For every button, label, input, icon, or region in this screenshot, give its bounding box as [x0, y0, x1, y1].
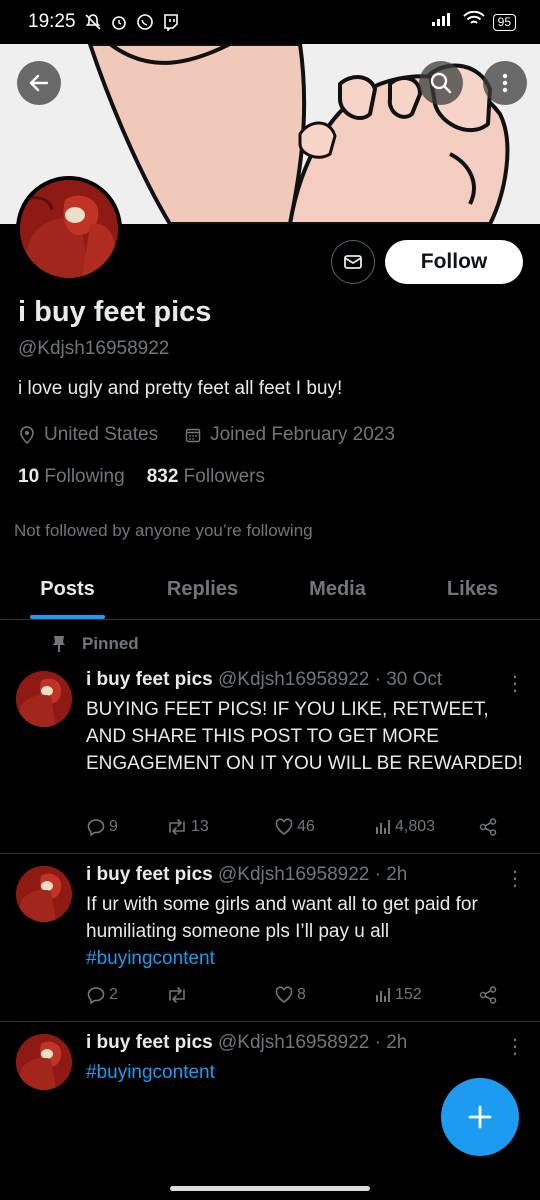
post-avatar[interactable]: [16, 1034, 72, 1090]
follow-button[interactable]: Follow: [385, 240, 523, 284]
alarm-icon: [110, 13, 128, 31]
profile-avatar[interactable]: [16, 176, 122, 282]
post-text: If ur with some girls and want all to ge…: [86, 891, 526, 972]
reply-button[interactable]: 2: [86, 985, 166, 1005]
tab-replies[interactable]: Replies: [135, 560, 270, 619]
plus-icon: [468, 1105, 492, 1129]
post-header: i buy feet pics @Kdjsh16958922 · 30 Oct: [86, 669, 442, 691]
wifi-icon: [462, 10, 485, 33]
post-header: i buy feet pics @Kdjsh16958922 · 2h: [86, 1032, 407, 1054]
heart-icon: [275, 986, 293, 1003]
post-item[interactable]: i buy feet pics @Kdjsh16958922 · 30 Oct …: [0, 621, 540, 854]
message-button[interactable]: [331, 240, 375, 284]
share-button[interactable]: [478, 817, 498, 837]
mute-icon: [84, 13, 102, 31]
battery-indicator: 95: [492, 13, 516, 31]
post-meta: @Kdjsh16958922 · 2h: [217, 1032, 408, 1053]
post-meta: @Kdjsh16958922 · 2h: [217, 864, 408, 885]
post-author[interactable]: i buy feet pics: [86, 669, 213, 690]
status-bar: 19:25 95: [0, 0, 540, 44]
repost-count: 13: [191, 818, 209, 835]
search-button[interactable]: [419, 61, 463, 105]
not-followed-notice: Not followed by anyone you’re following: [14, 521, 313, 540]
signal-icon: [431, 11, 455, 33]
post-actions: 9 13 46 4,803: [86, 817, 516, 837]
reply-icon: [87, 819, 105, 837]
hashtag-link[interactable]: #buyingcontent: [86, 1062, 215, 1083]
post-text: #buyingcontent: [86, 1059, 526, 1086]
view-count: 152: [395, 986, 422, 1003]
share-icon: [479, 818, 497, 836]
post-more-button[interactable]: ⋮: [505, 1034, 525, 1059]
post-actions: 2 8 152: [86, 985, 516, 1005]
reply-count: 9: [109, 818, 118, 835]
post-avatar[interactable]: [16, 866, 72, 922]
hashtag-link[interactable]: #buyingcontent: [86, 948, 215, 969]
following-link[interactable]: 10 Following: [18, 466, 125, 488]
reply-icon: [87, 987, 105, 1005]
status-time: 19:25: [28, 11, 76, 32]
post-author[interactable]: i buy feet pics: [86, 1032, 213, 1053]
views-button[interactable]: 4,803: [374, 818, 478, 836]
profile-joined: Joined February 2023: [210, 424, 395, 445]
like-count: 46: [297, 818, 315, 835]
reply-count: 2: [109, 986, 118, 1003]
profile-tabs: Posts Replies Media Likes: [0, 560, 540, 620]
like-button[interactable]: 8: [274, 985, 374, 1005]
views-button[interactable]: 152: [374, 986, 478, 1004]
views-icon: [376, 988, 390, 1002]
view-count: 4,803: [395, 818, 436, 835]
compose-button[interactable]: [441, 1078, 519, 1156]
avatar-image: [20, 180, 118, 278]
location-icon: [18, 425, 36, 445]
followers-label: Followers: [183, 466, 265, 487]
reply-button[interactable]: 9: [86, 817, 166, 837]
tab-likes[interactable]: Likes: [405, 560, 540, 619]
profile-meta: United States Joined February 2023: [18, 424, 395, 446]
post-author[interactable]: i buy feet pics: [86, 864, 213, 885]
followers-link[interactable]: 832 Followers: [147, 466, 265, 488]
views-icon: [376, 820, 390, 834]
more-options-button[interactable]: [483, 61, 527, 105]
more-vertical-icon: [502, 73, 508, 93]
mail-icon: [344, 255, 362, 269]
profile-name: i buy feet pics: [18, 296, 212, 328]
post-meta: @Kdjsh16958922 · 30 Oct: [217, 669, 443, 690]
search-icon: [430, 72, 452, 94]
heart-icon: [275, 818, 293, 835]
post-more-button[interactable]: ⋮: [505, 866, 525, 891]
tab-posts[interactable]: Posts: [0, 560, 135, 619]
followers-count: 832: [146, 466, 179, 487]
share-button[interactable]: [478, 985, 498, 1005]
profile-location: United States: [44, 424, 159, 445]
like-count: 8: [297, 986, 306, 1003]
back-button[interactable]: [17, 61, 61, 105]
profile-bio: i love ugly and pretty feet all feet I b…: [18, 378, 343, 399]
post-more-button[interactable]: ⋮: [505, 671, 525, 696]
like-button[interactable]: 46: [274, 817, 374, 837]
repost-button[interactable]: 13: [166, 817, 274, 837]
post-body: If ur with some girls and want all to ge…: [86, 894, 478, 942]
follow-stats: 10 Following 832 Followers: [18, 466, 265, 488]
post-text: BUYING FEET PICS! IF YOU LIKE, RETWEET, …: [86, 699, 523, 774]
post-avatar[interactable]: [16, 671, 72, 727]
repost-icon: [169, 819, 185, 835]
following-count: 10: [18, 466, 40, 487]
whatsapp-icon: [136, 13, 154, 31]
repost-icon: [169, 987, 185, 1003]
share-icon: [479, 986, 497, 1004]
profile-handle: @Kdjsh16958922: [18, 338, 170, 359]
post-header: i buy feet pics @Kdjsh16958922 · 2h: [86, 864, 407, 886]
arrow-left-icon: [29, 74, 49, 92]
post-item[interactable]: i buy feet pics @Kdjsh16958922 · 2h ⋮ If…: [0, 854, 540, 1022]
following-label: Following: [44, 466, 125, 487]
calendar-icon: [184, 425, 202, 445]
tab-media[interactable]: Media: [270, 560, 405, 619]
twitch-icon: [162, 13, 180, 31]
home-indicator[interactable]: [170, 1186, 370, 1191]
repost-button[interactable]: [166, 985, 274, 1005]
